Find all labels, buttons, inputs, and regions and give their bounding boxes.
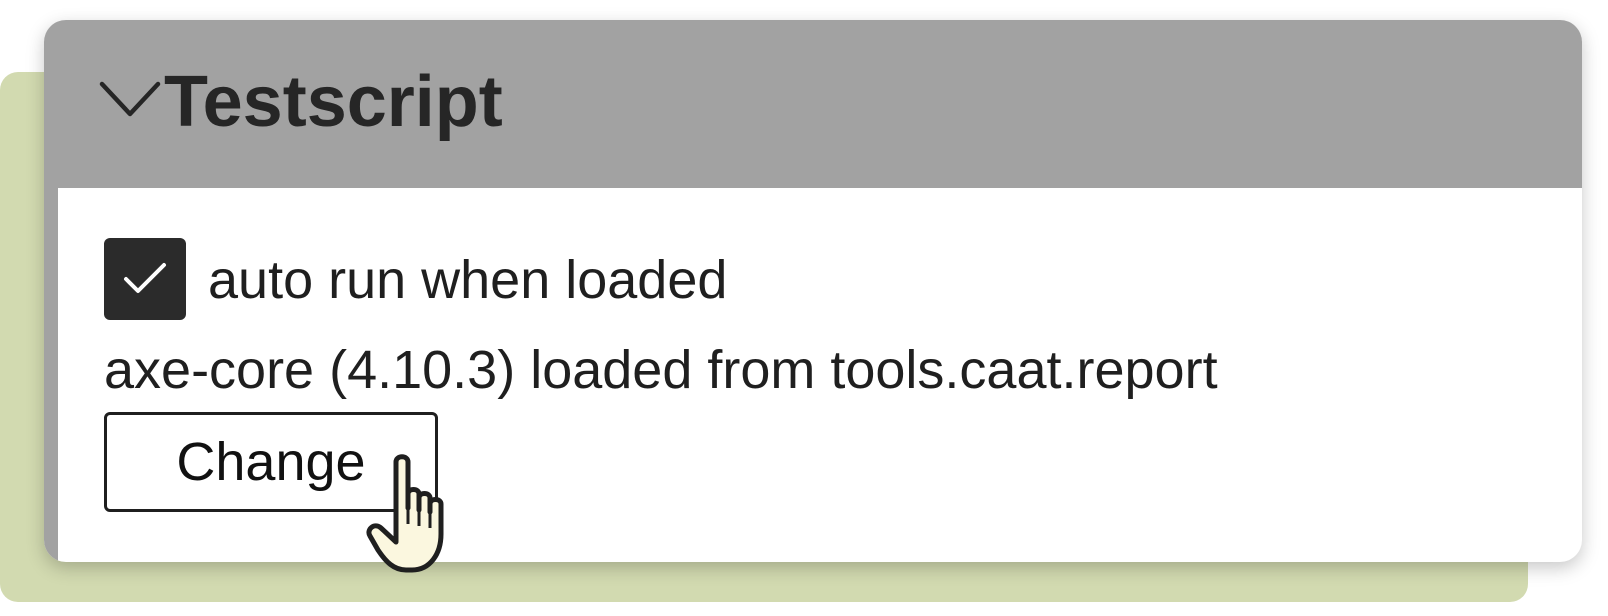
panel-title: Testscript (164, 62, 503, 142)
panel-header[interactable]: Testscript (44, 20, 1582, 188)
panel-left-border (44, 188, 58, 562)
stage: Testscript auto run when loaded axe-core… (0, 0, 1608, 616)
chevron-down-icon[interactable] (98, 80, 162, 120)
checkmark-icon (124, 263, 166, 293)
autorun-checkbox[interactable] (104, 238, 186, 320)
axe-core-status: axe-core (4.10.3) loaded from tools.caat… (104, 340, 1218, 400)
testscript-panel: Testscript auto run when loaded axe-core… (44, 20, 1582, 562)
autorun-label[interactable]: auto run when loaded (208, 248, 727, 312)
hand-pointer-icon (366, 454, 444, 573)
